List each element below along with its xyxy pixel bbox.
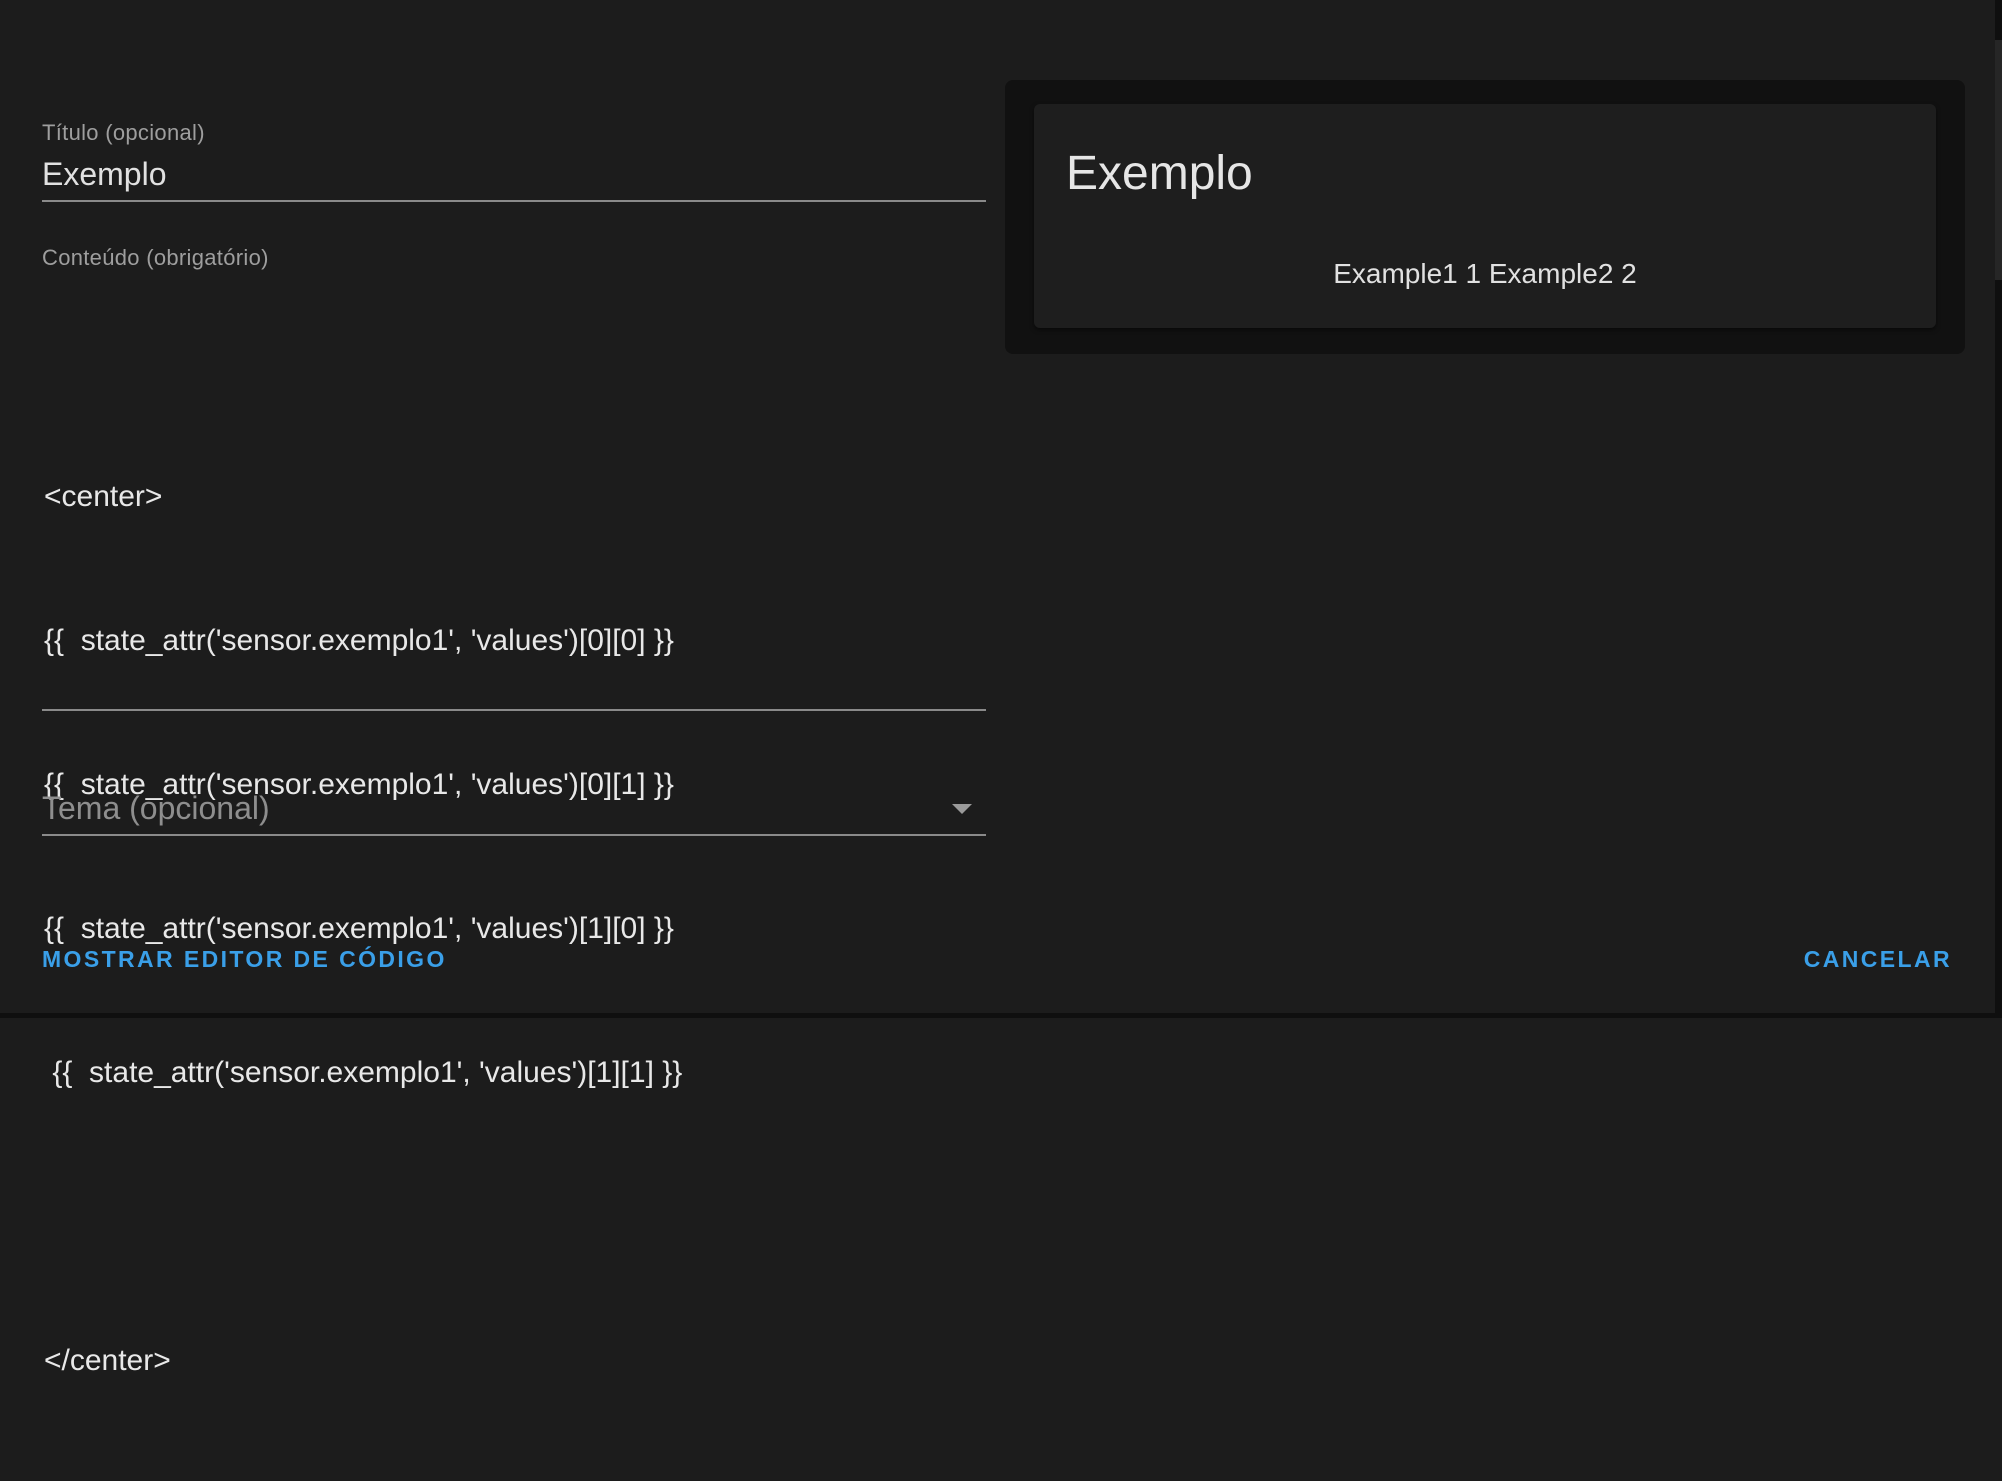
content-line: </center> [44,1344,171,1377]
card-preview: Exemplo Example1 1 Example2 2 [1005,80,1965,354]
cancel-button[interactable]: CANCELAR [1804,946,1952,973]
content-field-underline [42,709,986,711]
content-line: ​ [44,1193,682,1241]
theme-select[interactable]: Tema (opcional) [42,780,986,836]
content-field[interactable]: Conteúdo (obrigatório) <center> {{ state… [42,243,986,1377]
title-field-underline [42,200,986,202]
content-field-label: Conteúdo (obrigatório) [42,245,269,270]
content-line: {{ state_attr('sensor.exemplo1', 'values… [44,624,674,657]
card-title: Exemplo [1066,147,1253,200]
title-field[interactable]: Título (opcional) Exemplo [42,118,986,204]
background-edge [1995,0,2002,1018]
content-line: {{ state_attr('sensor.exemplo1', 'values… [44,1056,683,1089]
background-bottom-edge [0,1013,2002,1018]
content-line: <center> [44,480,163,513]
theme-field-underline [42,834,986,836]
background-panel [1995,40,2002,280]
markdown-card: Exemplo Example1 1 Example2 2 [1034,104,1936,328]
card-editor-dialog: Título (opcional) Exemplo Conteúdo (obri… [0,0,1995,1377]
content-textarea[interactable]: <center> {{ state_attr('sensor.exemplo1'… [44,377,682,1481]
chevron-down-icon[interactable] [952,804,972,814]
show-code-editor-button[interactable]: MOSTRAR EDITOR DE CÓDIGO [42,946,447,973]
title-input[interactable]: Exemplo [42,156,167,193]
card-content: Example1 1 Example2 2 [1333,258,1637,289]
title-field-label: Título (opcional) [42,120,205,145]
theme-select-placeholder: Tema (opcional) [42,790,270,826]
